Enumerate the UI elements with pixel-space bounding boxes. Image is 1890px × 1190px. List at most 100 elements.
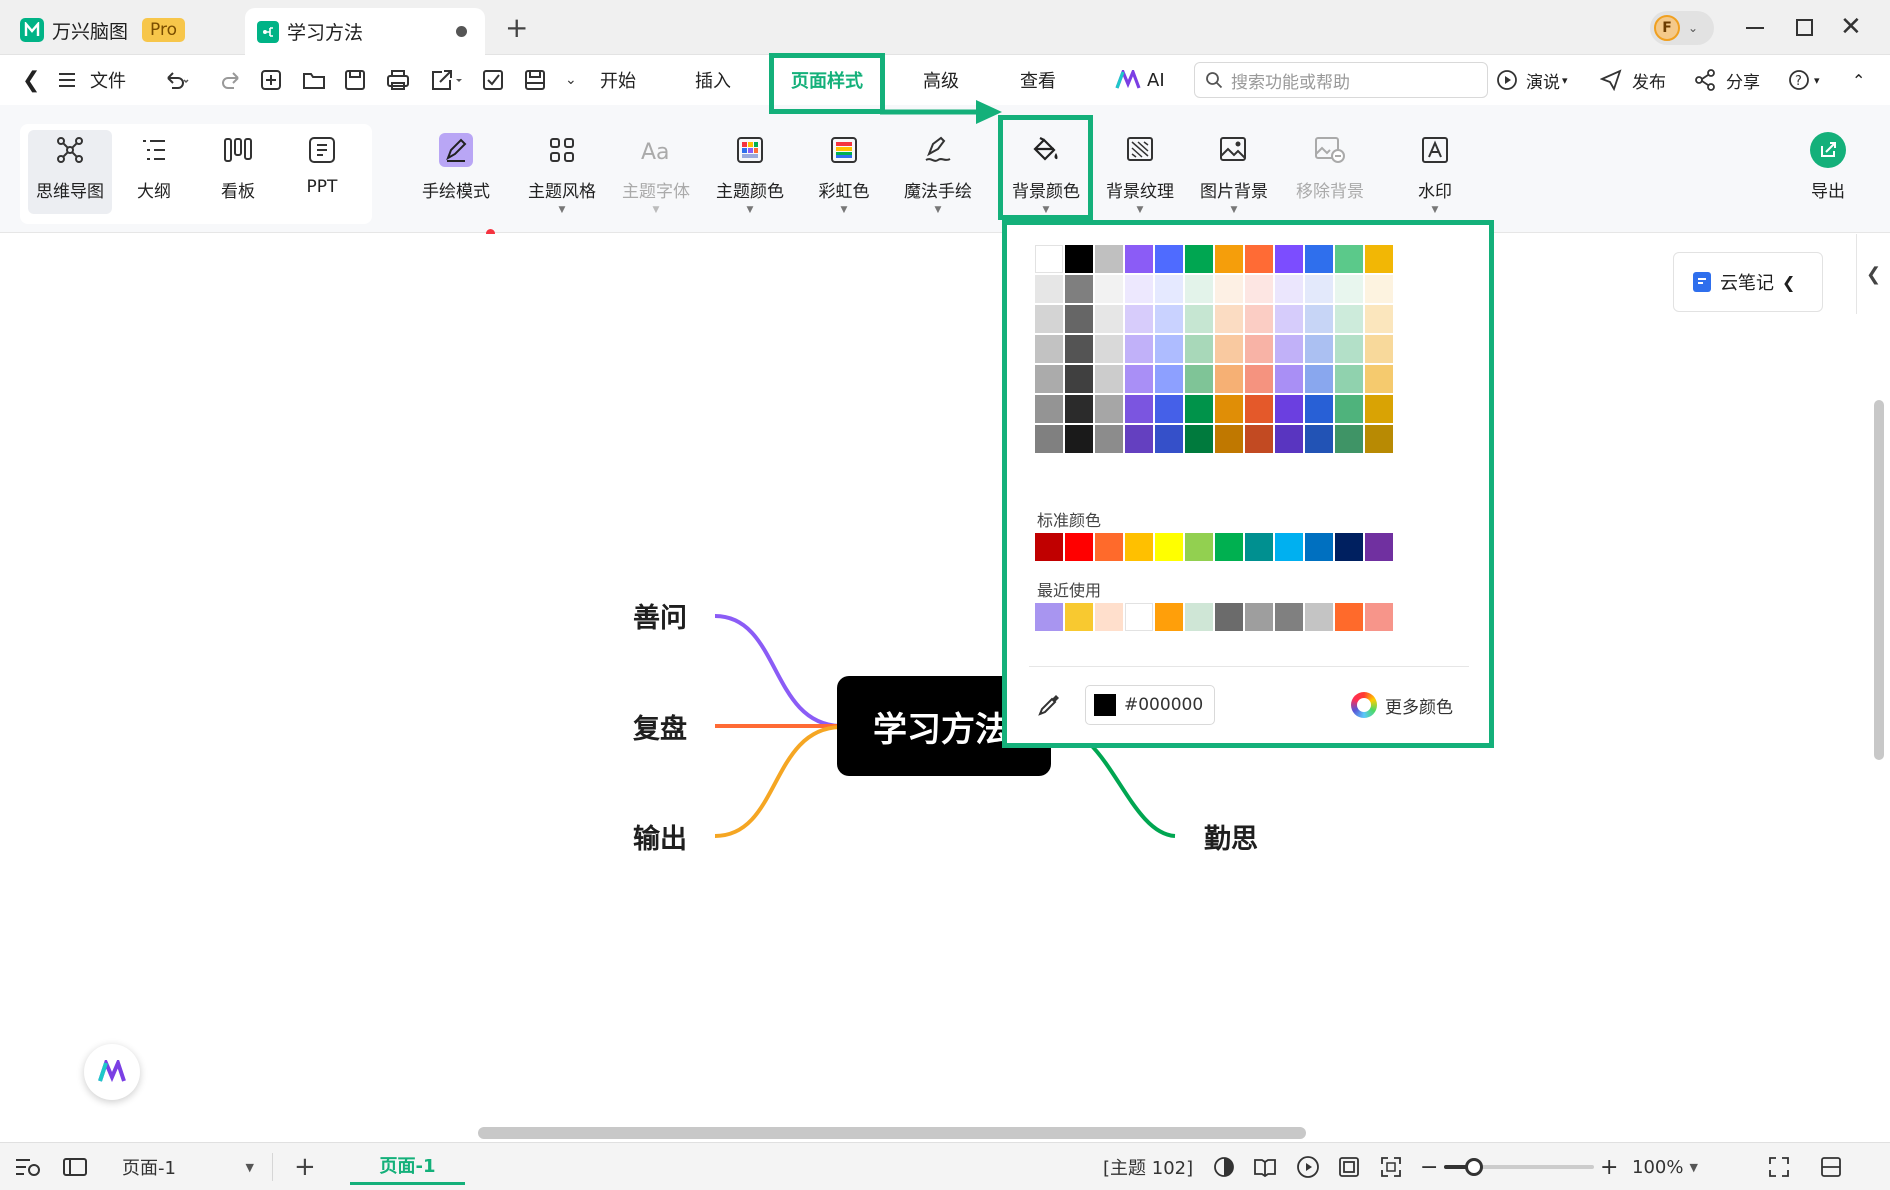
standard-color-swatch[interactable] [1365, 533, 1393, 561]
eyedropper-icon[interactable] [1037, 691, 1063, 717]
theme-color-swatch[interactable] [1095, 365, 1123, 393]
watermark-button[interactable]: 水印 ▼ [1393, 125, 1477, 225]
theme-color-swatch[interactable] [1095, 275, 1123, 303]
recent-color-swatch[interactable] [1305, 603, 1333, 631]
theme-color-swatch[interactable] [1095, 245, 1123, 273]
redo-icon[interactable] [220, 55, 242, 105]
tab-home[interactable]: 万兴脑图 Pro [20, 10, 220, 50]
theme-color-swatch[interactable] [1245, 425, 1273, 453]
theme-color-swatch[interactable] [1275, 395, 1303, 423]
zoom-out-button[interactable]: − [1420, 1143, 1438, 1190]
theme-color-swatch[interactable] [1335, 275, 1363, 303]
theme-color-swatch[interactable] [1335, 425, 1363, 453]
side-panel-toggle[interactable]: ❮ [1856, 234, 1890, 314]
recent-color-swatch[interactable] [1065, 603, 1093, 631]
theme-color-swatch[interactable] [1335, 305, 1363, 333]
recent-color-swatch[interactable] [1035, 603, 1063, 631]
outline-toggle-icon[interactable] [14, 1143, 42, 1190]
standard-color-swatch[interactable] [1095, 533, 1123, 561]
zoom-slider[interactable] [1444, 1158, 1594, 1176]
cloud-note-button[interactable]: 云笔记 ❮ [1673, 252, 1823, 312]
topic-ask[interactable]: 善问 [633, 596, 687, 635]
theme-color-swatch[interactable] [1125, 275, 1153, 303]
theme-color-swatch[interactable] [1335, 245, 1363, 273]
theme-color-swatch[interactable] [1215, 245, 1243, 273]
topic-think[interactable]: 勤思 [1204, 817, 1258, 856]
theme-color-swatch[interactable] [1155, 305, 1183, 333]
standard-color-swatch[interactable] [1275, 533, 1303, 561]
theme-color-swatch[interactable] [1275, 245, 1303, 273]
theme-color-swatch[interactable] [1065, 425, 1093, 453]
standard-color-swatch[interactable] [1155, 533, 1183, 561]
maximize-button[interactable] [1796, 19, 1813, 36]
recent-color-swatch[interactable] [1245, 603, 1273, 631]
standard-color-swatch[interactable] [1245, 533, 1273, 561]
theme-color-swatch[interactable] [1305, 245, 1333, 273]
export-button[interactable]: 导出 [1786, 125, 1870, 225]
avatar[interactable]: F ⌄ [1650, 11, 1714, 45]
hamburger-icon[interactable] [58, 55, 76, 105]
theme-color-swatch[interactable] [1125, 335, 1153, 363]
theme-color-swatch[interactable] [1215, 305, 1243, 333]
recent-color-swatch[interactable] [1125, 603, 1153, 631]
topic-output[interactable]: 输出 [633, 817, 687, 856]
theme-color-swatch[interactable] [1125, 245, 1153, 273]
theme-color-swatch[interactable] [1035, 275, 1063, 303]
fullscreen-icon[interactable] [1768, 1143, 1790, 1190]
ai-assistant-button[interactable] [84, 1044, 140, 1100]
theme-color-swatch[interactable] [1245, 305, 1273, 333]
view-mindmap-button[interactable]: 思维导图 [28, 125, 112, 225]
theme-color-swatch[interactable] [1125, 425, 1153, 453]
theme-color-swatch[interactable] [1125, 305, 1153, 333]
theme-color-swatch[interactable] [1155, 425, 1183, 453]
theme-color-swatch[interactable] [1185, 305, 1213, 333]
theme-color-swatch[interactable] [1215, 275, 1243, 303]
view-ppt-button[interactable]: PPT [280, 125, 364, 225]
magic-handdraw-button[interactable]: 魔法手绘 ▼ [896, 125, 980, 225]
mindmap-canvas[interactable]: 学习方法 善问 复盘 输出 勤思 云笔记 ❮ ❮ [0, 234, 1890, 1142]
theme-color-swatch[interactable] [1155, 245, 1183, 273]
page-panel-icon[interactable] [62, 1143, 88, 1190]
theme-color-swatch[interactable] [1245, 365, 1273, 393]
standard-color-swatch[interactable] [1305, 533, 1333, 561]
theme-color-swatch[interactable] [1335, 335, 1363, 363]
theme-color-swatch[interactable] [1245, 245, 1273, 273]
theme-color-swatch[interactable] [1185, 335, 1213, 363]
recent-color-swatch[interactable] [1365, 603, 1393, 631]
collapse-panel-icon[interactable] [1820, 1143, 1842, 1190]
print-icon[interactable] [386, 55, 410, 105]
book-view-icon[interactable] [1253, 1143, 1277, 1190]
theme-color-swatch[interactable] [1275, 365, 1303, 393]
handdrawn-mode-button[interactable]: 手绘模式 [414, 125, 498, 225]
rainbow-button[interactable]: 彩虹色 ▼ [802, 125, 886, 225]
theme-color-swatch[interactable] [1305, 305, 1333, 333]
theme-color-swatch[interactable] [1365, 245, 1393, 273]
close-button[interactable]: ✕ [1840, 12, 1862, 42]
theme-color-swatch[interactable] [1095, 305, 1123, 333]
theme-color-swatch[interactable] [1215, 395, 1243, 423]
search-box[interactable]: 搜索功能或帮助 [1194, 62, 1488, 98]
view-outline-button[interactable]: 大纲 [112, 125, 196, 225]
recent-color-swatch[interactable] [1095, 603, 1123, 631]
zoom-in-button[interactable]: + [1600, 1143, 1618, 1190]
zoom-slider-knob[interactable] [1465, 1158, 1483, 1176]
theme-style-button[interactable]: 主题风格 ▼ [520, 125, 604, 225]
recent-color-swatch[interactable] [1275, 603, 1303, 631]
checkbox-doc-icon[interactable] [482, 55, 504, 105]
more-colors-button[interactable]: 更多颜色 [1351, 689, 1453, 721]
theme-color-swatch[interactable] [1035, 245, 1063, 273]
theme-color-swatch[interactable] [1185, 245, 1213, 273]
theme-color-swatch[interactable] [1365, 425, 1393, 453]
recent-color-swatch[interactable] [1155, 603, 1183, 631]
theme-color-swatch[interactable] [1095, 425, 1123, 453]
theme-color-swatch[interactable] [1065, 305, 1093, 333]
theme-color-swatch[interactable] [1245, 275, 1273, 303]
theme-color-swatch[interactable] [1155, 335, 1183, 363]
save-icon[interactable] [344, 55, 366, 105]
export-file-icon[interactable] [430, 55, 464, 105]
theme-color-swatch[interactable] [1035, 425, 1063, 453]
theme-icon[interactable] [1213, 1143, 1235, 1190]
pro-badge[interactable]: Pro [142, 18, 185, 42]
view-kanban-button[interactable]: 看板 [196, 125, 280, 225]
theme-color-swatch[interactable] [1095, 335, 1123, 363]
